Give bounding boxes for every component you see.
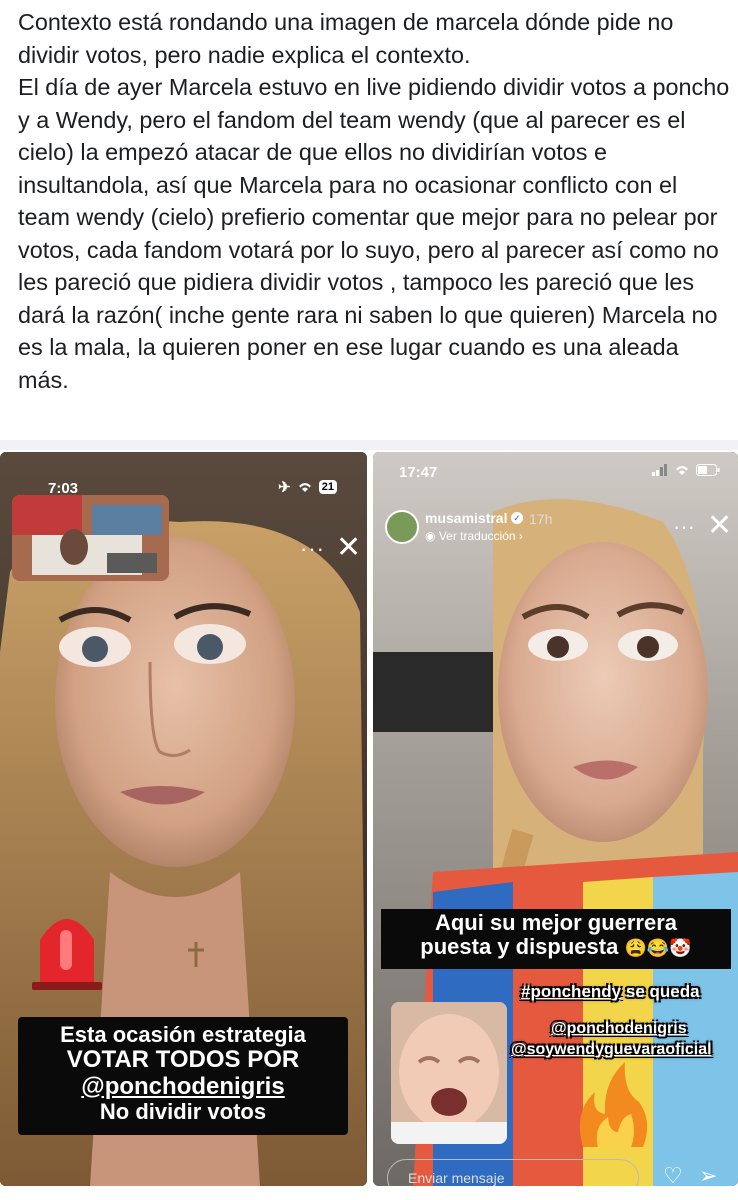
airplane-icon: ✈ bbox=[278, 479, 291, 496]
right-caption-line1: Aqui su mejor guerrera bbox=[434, 910, 678, 935]
crying-baby-image bbox=[391, 1002, 507, 1144]
profile-avatar[interactable] bbox=[385, 510, 419, 544]
left-caption-line1: Esta ocasión estrategia bbox=[60, 1022, 306, 1047]
left-status-icons: ✈ 21 bbox=[278, 478, 337, 496]
more-options-icon[interactable]: ··· bbox=[300, 536, 325, 562]
hashtag-suffix: se queda bbox=[625, 982, 700, 1001]
right-caption-box: Aqui su mejor guerrera puesta y dispuest… bbox=[381, 909, 731, 969]
verified-badge-icon: ✓ bbox=[511, 512, 523, 524]
red-siren-icon bbox=[32, 919, 102, 990]
right-caption-line2-row: puesta y dispuesta 😩😂🤡 bbox=[381, 935, 731, 959]
close-icon[interactable]: ✕ bbox=[707, 508, 732, 543]
left-caption-box: Esta ocasión estrategia VOTAR TODOS POR … bbox=[18, 1017, 348, 1135]
post-text: Contexto está rondando una imagen de mar… bbox=[18, 9, 730, 393]
translate-label: Ver traducción bbox=[438, 529, 516, 543]
close-icon[interactable]: ✕ bbox=[336, 530, 361, 565]
mention-ponchodenigris[interactable]: @ponchodenigris bbox=[551, 1020, 687, 1038]
right-clock: 17:47 bbox=[399, 464, 438, 481]
left-caption-line4: No dividir votos bbox=[99, 1098, 267, 1124]
left-story-screenshot: 7:03 ✈ 21 ··· ✕ Esta ocasión estrategia … bbox=[0, 452, 367, 1186]
divider bbox=[0, 440, 738, 450]
left-caption-line3: @ponchodenigris bbox=[81, 1072, 285, 1100]
crying-baby-sticker bbox=[391, 1002, 507, 1144]
battery-icon: 21 bbox=[318, 480, 337, 494]
wifi-icon bbox=[676, 466, 688, 475]
emoji-group: 😩😂🤡 bbox=[624, 938, 692, 959]
right-caption-line2: puesta y dispuesta bbox=[420, 934, 619, 960]
message-bar: Enviar mensaje ♡ ➢ bbox=[387, 1157, 737, 1186]
translate-link[interactable]: ◉ Ver traducción › bbox=[425, 529, 523, 543]
fire-sticker bbox=[579, 1062, 648, 1147]
globe-icon: ◉ bbox=[425, 529, 436, 543]
pip-video-frame bbox=[12, 495, 169, 581]
send-icon[interactable]: ➢ bbox=[699, 1163, 717, 1186]
username[interactable]: musamistral bbox=[425, 510, 507, 526]
left-caption-line2: VOTAR TODOS POR bbox=[66, 1046, 300, 1074]
wifi-icon bbox=[298, 483, 311, 492]
send-message-input[interactable]: Enviar mensaje bbox=[387, 1159, 639, 1186]
hashtag-line: #ponchendy se queda bbox=[521, 982, 700, 1002]
pip-video-thumbnail[interactable] bbox=[12, 495, 169, 581]
send-message-placeholder: Enviar mensaje bbox=[408, 1170, 505, 1186]
hashtag-ponchendy[interactable]: #ponchendy bbox=[521, 982, 621, 1001]
post-age: 17h bbox=[529, 511, 553, 527]
battery-icon bbox=[696, 464, 720, 476]
right-status-icons bbox=[652, 464, 720, 476]
signal-icon bbox=[652, 464, 667, 476]
right-story-screenshot: 17:47 musamistral ✓ 17h ◉ Ver traducción… bbox=[373, 452, 738, 1186]
more-options-icon[interactable]: ··· bbox=[673, 514, 695, 540]
chevron-right-icon: › bbox=[518, 529, 523, 543]
heart-icon[interactable]: ♡ bbox=[663, 1163, 683, 1186]
right-status-bar: 17:47 bbox=[373, 452, 738, 492]
left-status-bar: 7:03 ✈ 21 bbox=[0, 452, 367, 497]
